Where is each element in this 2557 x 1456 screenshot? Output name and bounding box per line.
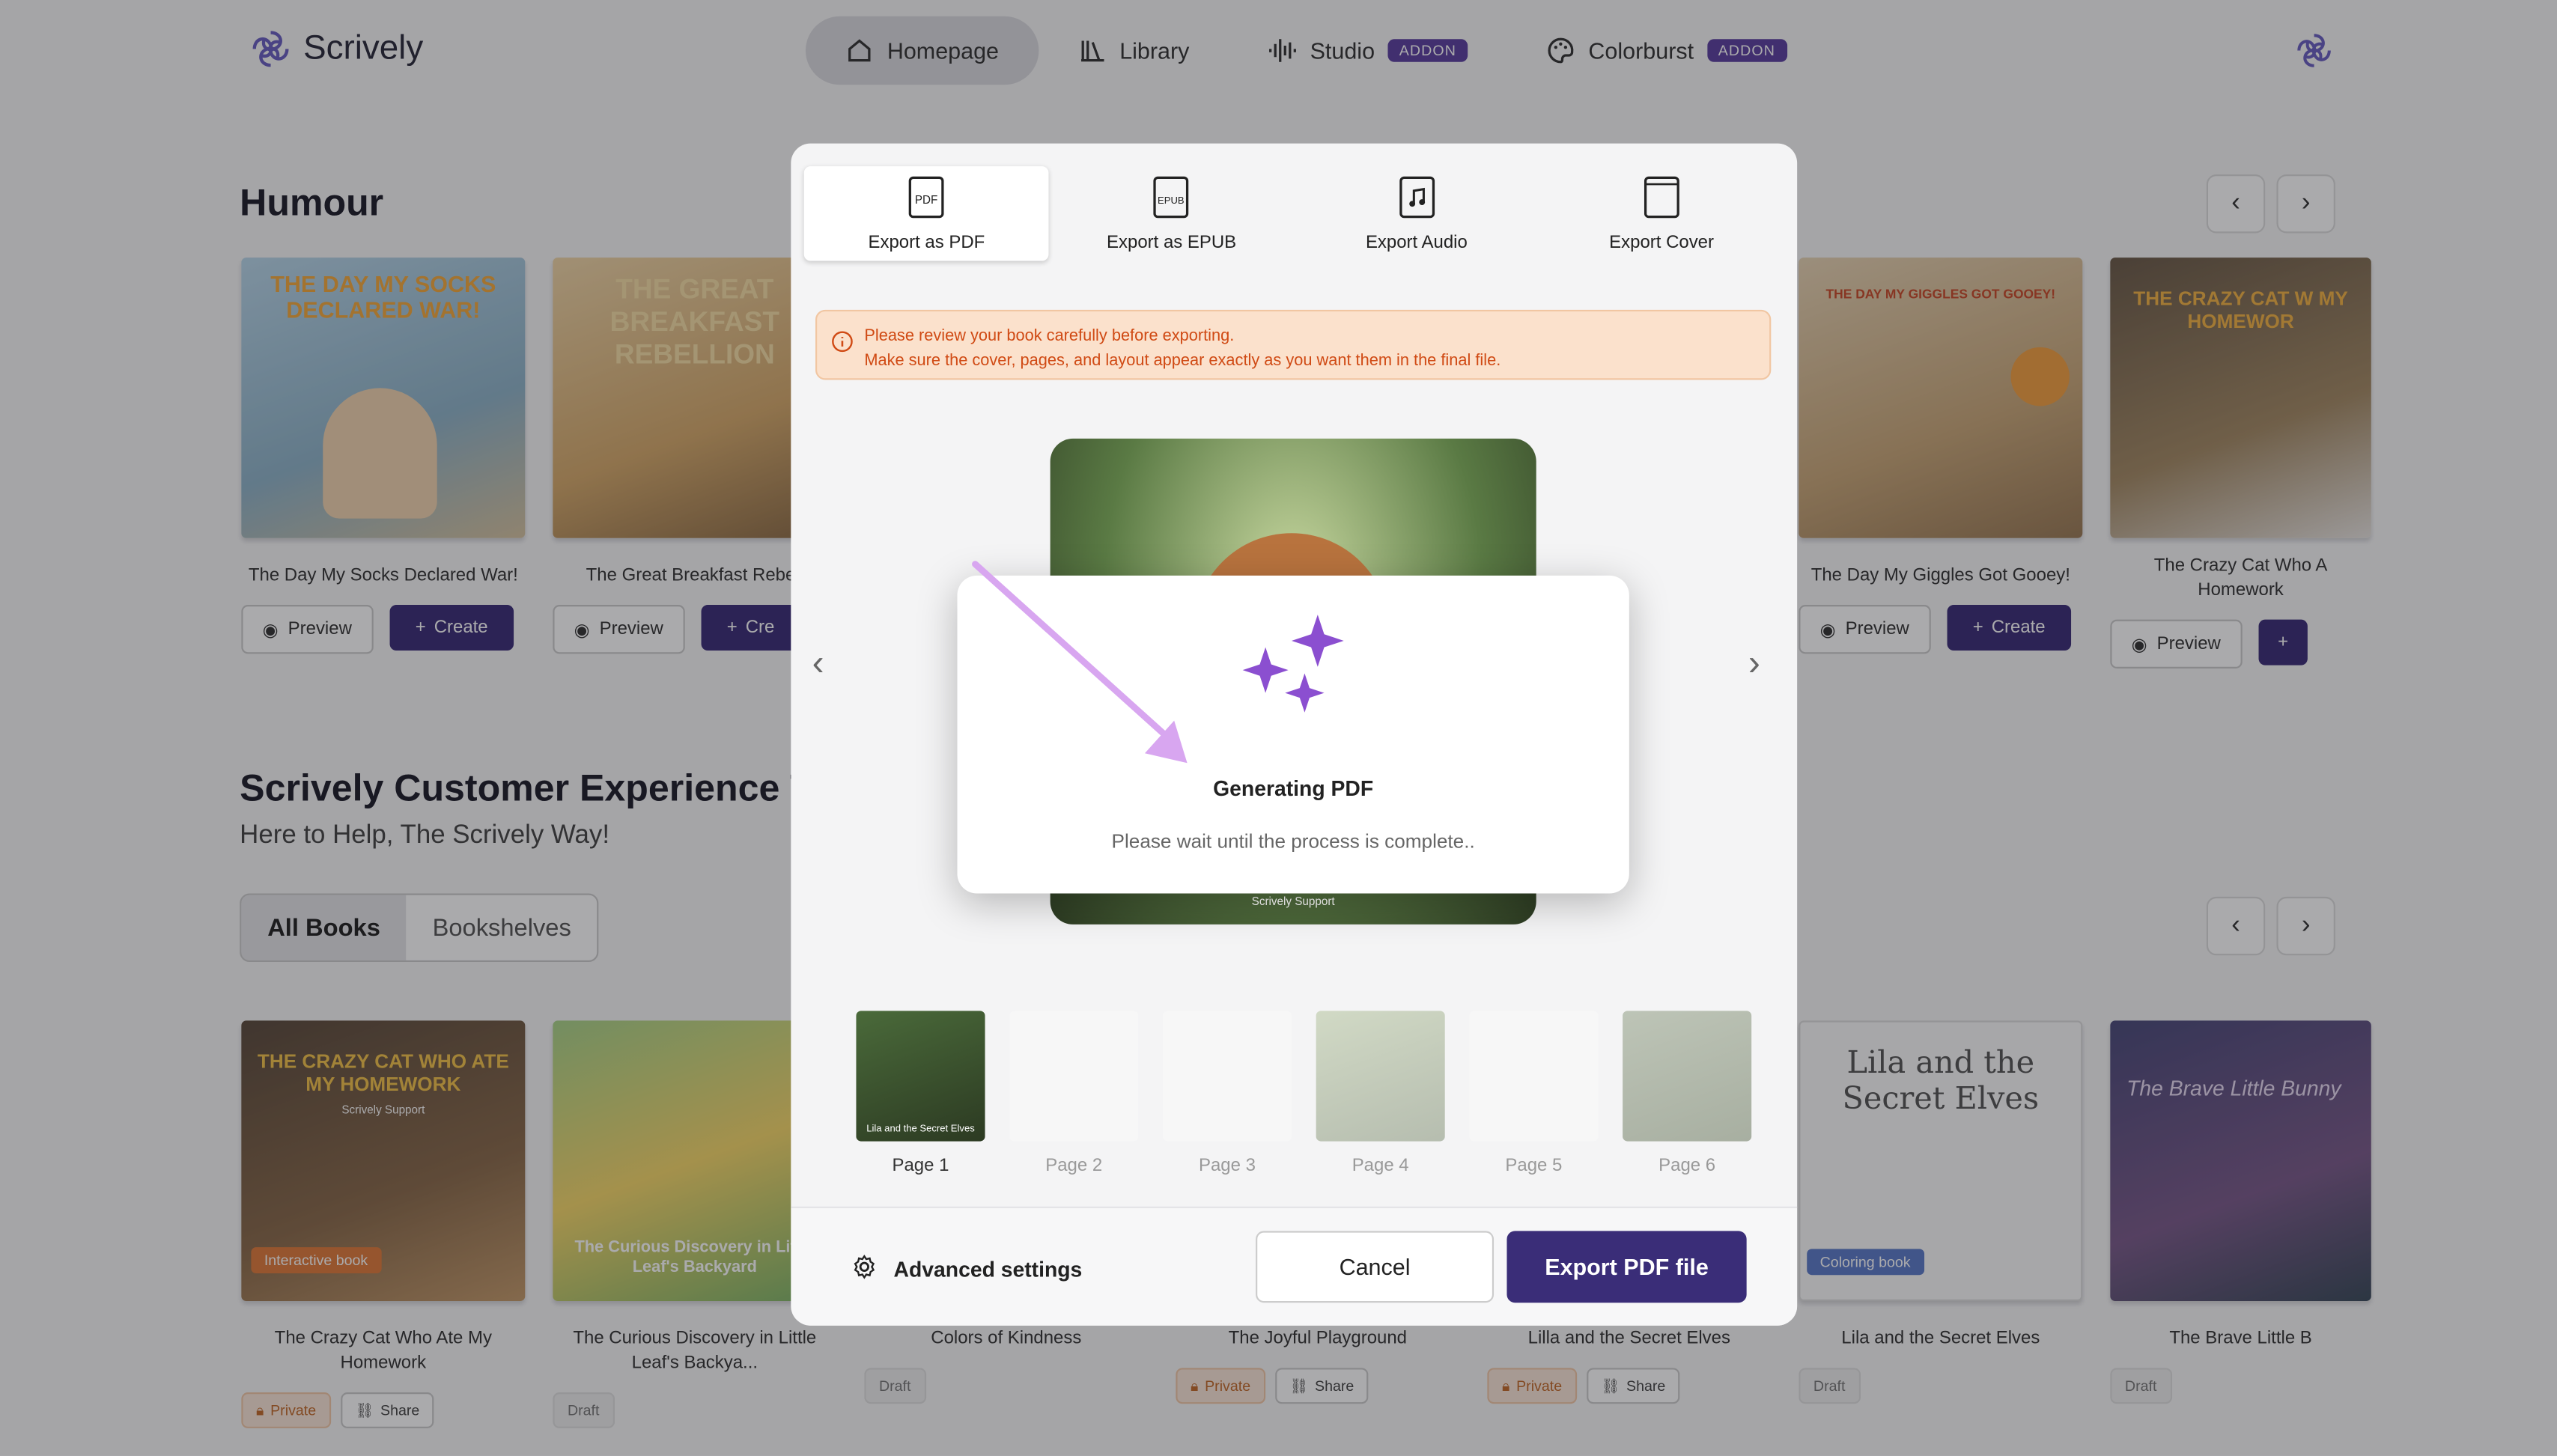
export-tabs: PDF Export as PDF EPUB Export as EPUB Ex…	[803, 166, 1784, 261]
thumb-image	[1316, 1011, 1445, 1142]
advanced-settings-button[interactable]: Advanced settings	[851, 1254, 1082, 1285]
page-label: Page 2	[1045, 1156, 1103, 1176]
page-label: Page 6	[1658, 1156, 1716, 1176]
generating-title: Generating PDF	[1213, 776, 1374, 801]
thumb-image	[1469, 1011, 1599, 1142]
tab-export-audio[interactable]: Export Audio	[1294, 166, 1539, 261]
thumb-caption: Lila and the Secret Elves	[866, 1124, 975, 1135]
cancel-button[interactable]: Cancel	[1256, 1231, 1495, 1303]
cover-file-icon	[1644, 175, 1679, 222]
page-label: Page 3	[1198, 1156, 1256, 1176]
chevron-right-icon[interactable]: ›	[1748, 642, 1760, 685]
advanced-settings-label: Advanced settings	[893, 1257, 1083, 1282]
tab-label: Export Cover	[1609, 232, 1715, 252]
tab-label: Export as EPUB	[1107, 232, 1237, 252]
export-pdf-button[interactable]: Export PDF file	[1506, 1231, 1747, 1303]
svg-text:PDF: PDF	[915, 193, 937, 206]
export-warning: Please review your book carefully before…	[815, 309, 1772, 380]
annotation-arrow-icon	[972, 561, 1188, 764]
page-label: Page 5	[1505, 1156, 1563, 1176]
page-thumb[interactable]: Page 5	[1469, 1011, 1599, 1176]
page-thumb[interactable]: Page 4	[1316, 1011, 1445, 1175]
svg-text:EPUB: EPUB	[1158, 194, 1185, 205]
page-thumb[interactable]: Lila and the Secret Elves Page 1	[856, 1011, 985, 1175]
sparkles-icon	[1236, 612, 1354, 737]
page-thumb[interactable]: Page 2	[1009, 1011, 1139, 1176]
thumb-image	[1623, 1011, 1752, 1142]
tab-label: Export Audio	[1365, 232, 1468, 252]
pdf-file-icon: PDF	[908, 175, 944, 222]
page-label: Page 1	[892, 1156, 949, 1176]
page-thumb[interactable]: Page 6	[1623, 1011, 1752, 1176]
page-thumbnails: Lila and the Secret Elves Page 1 Page 2 …	[856, 1011, 1752, 1176]
warning-line-1: Please review your book carefully before…	[864, 327, 1235, 346]
thumb-image	[1009, 1011, 1139, 1142]
page-label: Page 4	[1352, 1156, 1409, 1176]
thumb-image	[1162, 1011, 1292, 1142]
info-icon	[832, 331, 853, 353]
tab-label: Export as PDF	[868, 232, 985, 252]
preview-author: Scrively Support	[1251, 896, 1335, 909]
thumb-image: Lila and the Secret Elves	[856, 1011, 985, 1142]
audio-file-icon	[1399, 175, 1435, 222]
gear-icon	[851, 1254, 878, 1285]
modal-footer: Advanced settings Cancel Export PDF file	[791, 1206, 1798, 1326]
tab-export-cover[interactable]: Export Cover	[1539, 166, 1784, 261]
chevron-left-icon[interactable]: ‹	[812, 642, 824, 685]
epub-file-icon: EPUB	[1154, 175, 1190, 222]
generating-message: Please wait until the process is complet…	[1111, 829, 1475, 853]
tab-export-pdf[interactable]: PDF Export as PDF	[803, 166, 1049, 261]
warning-line-2: Make sure the cover, pages, and layout a…	[864, 352, 1501, 371]
page-thumb[interactable]: Page 3	[1162, 1011, 1292, 1176]
tab-export-epub[interactable]: EPUB Export as EPUB	[1049, 166, 1294, 261]
